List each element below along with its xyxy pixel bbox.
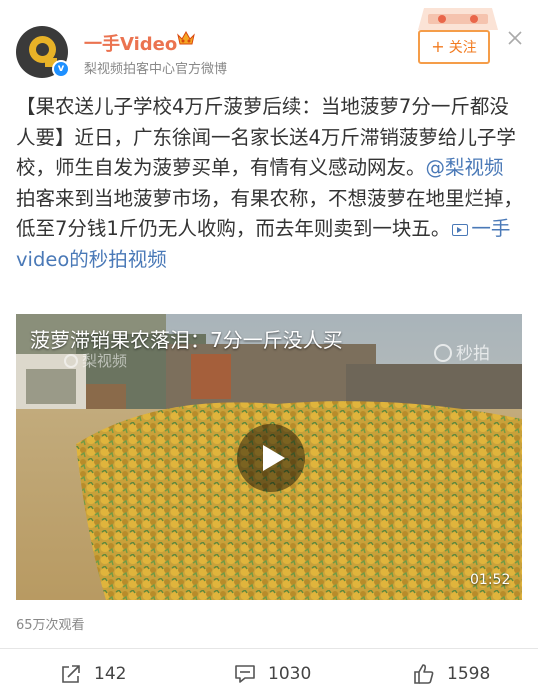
plus-icon: + (431, 37, 445, 56)
follow-label: 关注 (448, 40, 477, 56)
vip-icon (177, 30, 195, 45)
play-icon[interactable] (237, 424, 305, 492)
view-count: 65万次观看 (16, 618, 85, 633)
username[interactable]: 一手Video (84, 30, 177, 56)
post-text: 【果农送儿子学校4万斤菠萝后续：当地菠萝7分一斤都没人要】近日，广东徐闻一名家长… (16, 92, 528, 275)
mention-link[interactable]: @梨视频 (426, 156, 504, 179)
post-header: v 一手Video 梨视频拍客中心官方微博 + 关注 (0, 0, 538, 92)
verified-badge-icon: v (52, 60, 70, 78)
watermark-left: 梨视频 (64, 350, 127, 371)
comment-count: 1030 (268, 664, 312, 684)
divider (0, 648, 538, 649)
share-count: 142 (94, 664, 127, 684)
comment-button[interactable]: 1030 (234, 661, 311, 687)
video-link-icon (452, 224, 469, 236)
miaopai-logo-icon (434, 344, 452, 362)
post-source: 梨视频拍客中心官方微博 (84, 62, 228, 77)
close-icon[interactable] (506, 29, 524, 47)
follow-button[interactable]: + 关注 (418, 30, 490, 64)
thumbs-up-icon (414, 664, 434, 684)
decoration-banner-icon (418, 8, 498, 30)
video-player[interactable]: 菠萝滞销果农落泪：7分一斤没人买 梨视频 秒拍 01:52 (16, 314, 522, 600)
like-button[interactable]: 1598 (413, 661, 490, 687)
video-duration: 01:52 (470, 572, 511, 588)
post-text-body-continued: 拍客来到当地菠萝市场，有果农称，不想菠萝在地里烂掉，低至7分钱1斤仍无人收购，而… (16, 186, 524, 241)
like-count: 1598 (447, 664, 491, 684)
comment-icon (235, 665, 255, 683)
share-icon (62, 665, 80, 683)
share-button[interactable]: 142 (60, 661, 126, 687)
watermark-right: 秒拍 (434, 339, 490, 364)
video-title: 菠萝滞销果农落泪：7分一斤没人买 (30, 328, 343, 352)
pear-video-logo-icon (64, 354, 78, 368)
